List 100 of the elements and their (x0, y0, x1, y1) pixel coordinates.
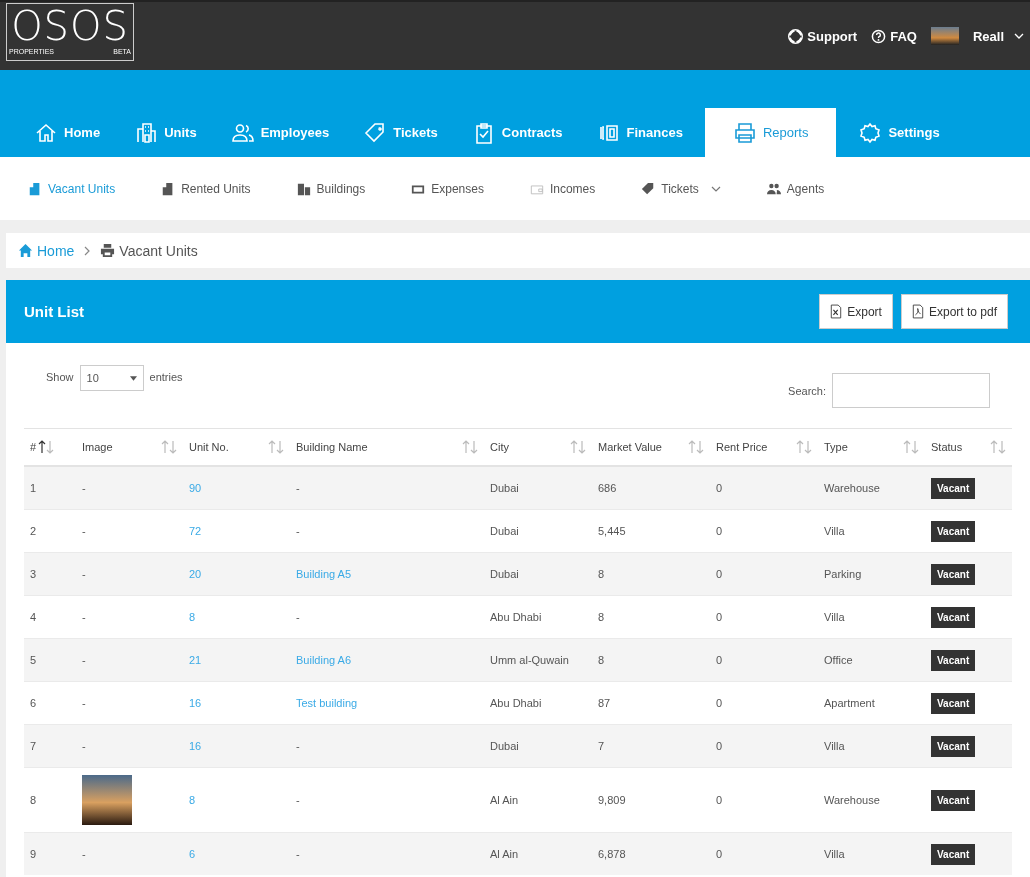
table-cell: 87 (598, 697, 611, 709)
printer-icon (732, 120, 757, 145)
table-cell: - (82, 611, 86, 623)
gear-icon (858, 120, 883, 145)
table-cell: Villa (824, 611, 845, 623)
table-cell: 0 (716, 611, 723, 623)
photo-placeholder (82, 775, 132, 825)
table-cell: 5,445 (598, 525, 626, 537)
table-cell: 6,878 (598, 848, 626, 860)
breadcrumb-link[interactable]: Vacant Units (100, 242, 198, 259)
sub-nav-link[interactable]: Tickets (641, 181, 721, 196)
table-cell: - (82, 697, 86, 709)
status-badge: Vacant (931, 649, 976, 671)
table-cell: - (82, 740, 86, 752)
status-badge: Vacant (931, 789, 976, 811)
table-cell: Villa (824, 848, 845, 860)
table-cell: Al Ain (490, 794, 519, 806)
table-cell: 8 (30, 794, 37, 806)
entries-select[interactable]: 10 (79, 365, 144, 391)
search-field[interactable] (832, 373, 990, 408)
table-cell: - (82, 654, 86, 666)
home-icon (18, 243, 33, 258)
sub-nav-link[interactable]: Agents (766, 181, 825, 196)
spreadsheet-file-icon (830, 304, 843, 319)
table-cell: Dubai (490, 482, 519, 494)
caret-icon (710, 185, 721, 192)
lifebuoy-icon (788, 28, 804, 44)
table-cell: 9,809 (598, 794, 626, 806)
table-cell: 5 (30, 654, 37, 666)
caret-icon (1014, 33, 1024, 39)
table-cell: Dubai (490, 740, 519, 752)
table-cell: 3 (30, 568, 37, 580)
status-badge: Vacant (931, 477, 976, 499)
table-cell: Abu Dhabi (490, 697, 542, 709)
table-cell: 0 (716, 654, 723, 666)
table-cell: 0 (716, 482, 723, 494)
sub-nav-link[interactable]: Incomes (529, 181, 596, 196)
table-cell: 8 (598, 654, 605, 666)
user-menu[interactable]: Reall (972, 28, 1024, 44)
status-badge: Vacant (931, 735, 976, 757)
table-cell: 0 (716, 740, 723, 752)
status-badge: Vacant (931, 606, 976, 628)
table-cell: 8 (598, 568, 605, 580)
sub-nav-link[interactable]: Expenses (411, 181, 484, 196)
table-cell: 0 (716, 525, 723, 537)
sub-nav-link[interactable]: Buildings (296, 181, 366, 196)
table-cell: - (296, 794, 300, 806)
tag-icon (641, 181, 656, 196)
table-cell: Al Ain (490, 848, 519, 860)
table-cell: 4 (30, 611, 37, 623)
pdf-file-icon (911, 304, 924, 319)
table-cell: - (296, 482, 300, 494)
table-cell: 8 (598, 611, 605, 623)
table-cell: - (296, 525, 300, 537)
export-button[interactable]: Export (819, 294, 893, 329)
table-cell: 0 (716, 697, 723, 709)
top-link[interactable]: FAQ (871, 28, 917, 44)
table-cell: - (296, 740, 300, 752)
table-cell: - (82, 848, 86, 860)
table-cell: 7 (30, 740, 37, 752)
table-cell: - (296, 611, 300, 623)
table-cell: 0 (716, 848, 723, 860)
table-cell: Apartment (824, 697, 875, 709)
top-link[interactable]: Support (788, 28, 858, 44)
table-cell: - (82, 568, 86, 580)
table-cell: Warehouse (824, 794, 880, 806)
entries-label: entries (149, 371, 183, 383)
export-button[interactable]: Export to pdf (900, 294, 1008, 329)
table-cell: 9 (30, 848, 37, 860)
table-cell: - (82, 525, 86, 537)
building-icon (28, 181, 42, 196)
table-cell: Office (824, 654, 853, 666)
status-badge: Vacant (931, 692, 976, 714)
panel-title: Unit List (24, 303, 84, 320)
table-cell: 686 (598, 482, 617, 494)
avatar-photo-placeholder[interactable] (930, 27, 959, 45)
table-cell: Villa (824, 525, 845, 537)
status-badge: Vacant (931, 520, 976, 542)
search-label: Search: (788, 384, 826, 397)
sub-nav-link[interactable]: Rented Units (161, 181, 251, 196)
table-cell: Dubai (490, 568, 519, 580)
table-cell: Abu Dhabi (490, 611, 542, 623)
status-badge: Vacant (931, 563, 976, 585)
table-cell: - (296, 848, 300, 860)
table-cell: Dubai (490, 525, 519, 537)
table-cell: 0 (716, 568, 723, 580)
dropdown-arrow-icon (129, 375, 137, 381)
status-badge: Vacant (931, 843, 976, 865)
printer-icon (100, 243, 116, 258)
table-cell: - (82, 482, 86, 494)
show-label: Show (46, 371, 74, 383)
buildings-icon (296, 181, 311, 196)
table-cell: 7 (598, 740, 605, 752)
table-cell: Villa (824, 740, 845, 752)
chevron-icon (84, 245, 91, 256)
people-icon (766, 181, 781, 196)
table-cell: Warehouse (824, 482, 880, 494)
table-cell: Umm al-Quwain (490, 654, 569, 666)
help-icon (871, 28, 887, 44)
building-icon (134, 120, 159, 145)
